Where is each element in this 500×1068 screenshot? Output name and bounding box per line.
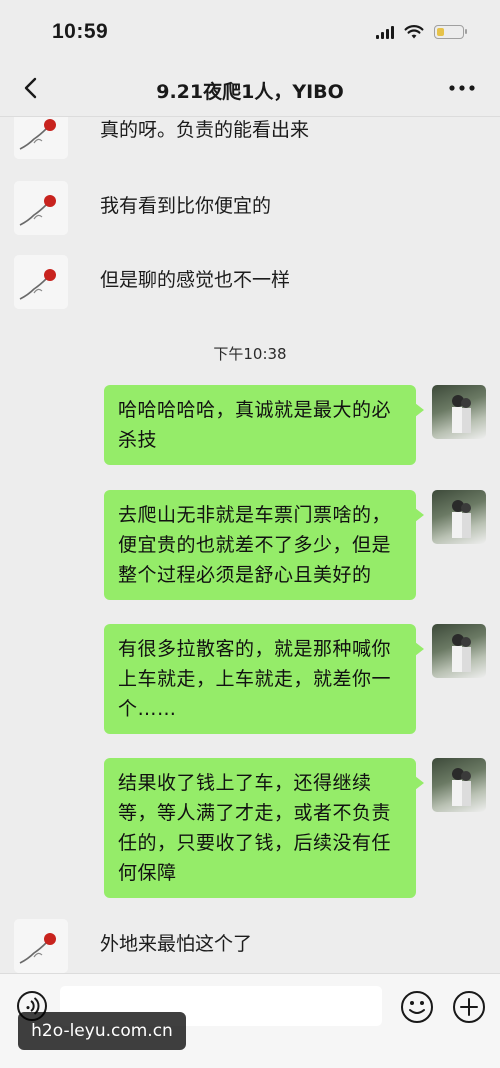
couple-photo-icon [452,395,471,433]
wifi-icon [404,25,424,39]
couple-photo-icon [452,500,471,538]
status-time: 10:59 [52,20,109,43]
avatar[interactable] [14,181,68,235]
message-text: 我有看到比你便宜的 [100,195,272,217]
rose-icon [14,255,68,309]
emoji-icon[interactable] [400,990,434,1024]
message-bubble[interactable]: 结果收了钱上了车，还得继续等，等人满了才走，或者不负责任的，只要收了钱，后续没有… [104,758,424,898]
plus-icon[interactable] [452,990,486,1024]
status-bar: 10:59 [0,0,500,62]
couple-photo-icon [452,634,471,672]
status-icons [376,24,467,40]
message-row: 有很多拉散客的，就是那种喊你上车就走，上车就走，就差你一个…… [104,624,486,734]
message-row: 哈哈哈哈哈，真诚就是最大的必杀技 [104,385,486,465]
message-row: 外地来最怕这个了 [14,919,252,973]
avatar[interactable] [432,490,486,544]
avatar[interactable] [432,758,486,812]
avatar[interactable] [432,624,486,678]
nav-bar: 9.21夜爬1人，YIBO [0,62,500,117]
message-bubble[interactable]: 哈哈哈哈哈，真诚就是最大的必杀技 [104,385,424,465]
chat-area[interactable]: 真的呀。负责的能看出来 我有看到比你便宜的 但是聊的感觉也不一样 下午10:38 [0,117,500,973]
avatar[interactable] [14,117,68,159]
message-row: 去爬山无非就是车票门票啥的，便宜贵的也就差不了多少，但是整个过程必须是舒心且美好… [104,490,486,600]
avatar[interactable] [14,919,68,973]
couple-photo-icon [452,768,471,806]
signal-icon [376,25,394,39]
message-text: 外地来最怕这个了 [100,933,253,955]
message-bubble[interactable]: 有很多拉散客的，就是那种喊你上车就走，上车就走，就差你一个…… [104,624,424,734]
avatar[interactable] [14,255,68,309]
message-bubble[interactable]: 去爬山无非就是车票门票啥的，便宜贵的也就差不了多少，但是整个过程必须是舒心且美好… [104,490,424,600]
message-text: 但是聊的感觉也不一样 [100,269,291,291]
rose-icon [14,117,68,159]
rose-icon [14,181,68,235]
rose-icon [14,919,68,973]
message-row: 真的呀。负责的能看出来 [14,117,309,159]
timestamp: 下午10:38 [213,345,287,363]
message-text: 真的呀。负责的能看出来 [100,119,310,141]
watermark: h2o-leyu.com.cn [18,1012,186,1050]
avatar[interactable] [432,385,486,439]
message-row: 结果收了钱上了车，还得继续等，等人满了才走，或者不负责任的，只要收了钱，后续没有… [104,758,486,898]
battery-icon [434,25,467,39]
message-row: 我有看到比你便宜的 [14,181,271,235]
message-row: 但是聊的感觉也不一样 [14,255,290,309]
chat-title: 9.21夜爬1人，YIBO [156,81,344,103]
more-icon[interactable] [446,76,478,100]
